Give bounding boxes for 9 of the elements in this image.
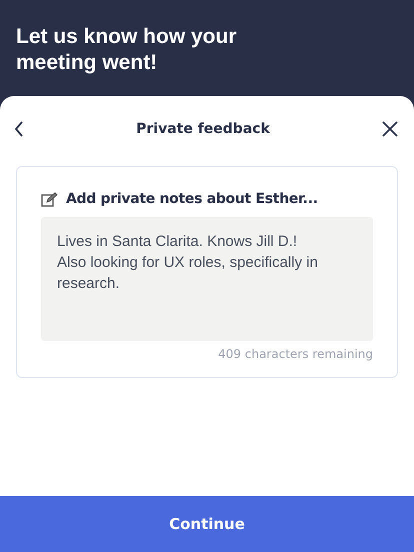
edit-icon [41,192,58,206]
character-counter: 409 characters remaining [218,347,373,361]
notes-field[interactable]: Lives in Santa Clarita. Knows Jill D.! Also looking for UX roles, specifically in research. [41,217,373,341]
sheet-title: Private feedback [136,121,270,137]
page-heading: Let us know how your meeting went! [16,24,238,76]
chevron-left-icon [14,121,24,137]
continue-button[interactable]: Continue [0,496,414,552]
close-icon [382,121,398,137]
notes-label: Add private notes about Esther... [66,191,318,207]
